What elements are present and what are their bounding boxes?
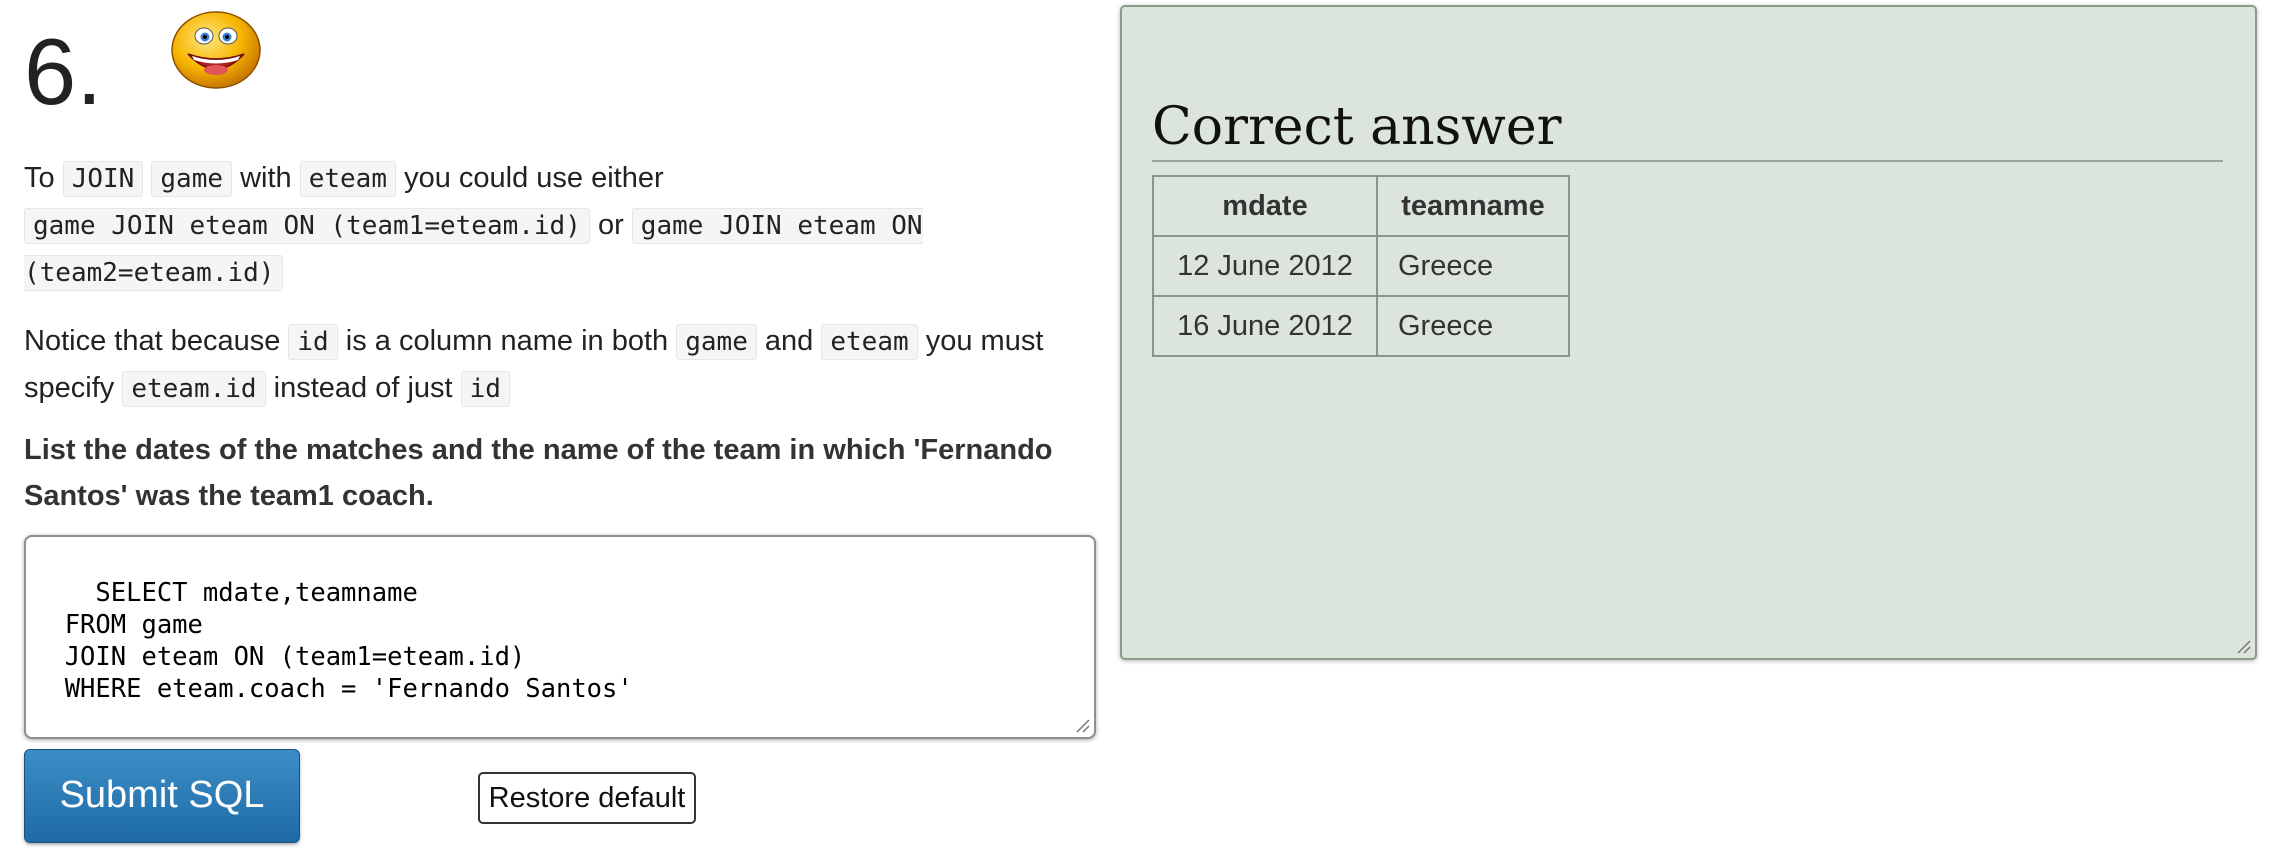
notice-paragraph: Notice that because id is a column name … — [24, 318, 1104, 412]
text-notice: Notice that because — [24, 325, 281, 357]
column-header-mdate: mdate — [1152, 175, 1378, 237]
code-game-2: game — [676, 324, 757, 360]
text-is-column: is a column name in both — [345, 325, 669, 357]
grinning-smiley-icon — [171, 11, 261, 89]
code-id-2: id — [460, 371, 510, 407]
code-eteam-id: eteam.id — [122, 371, 266, 407]
resize-grip-icon[interactable] — [1074, 717, 1090, 733]
cell-teamname: Greece — [1376, 235, 1570, 297]
answer-table: mdate teamname 12 June 2012 Greece 16 Ju… — [1152, 175, 1570, 357]
text-either: you could use either — [404, 162, 664, 194]
sql-editor-text[interactable]: SELECT mdate,teamname FROM game JOIN ete… — [34, 578, 633, 704]
page: 6. To JOIN game with eteam you could use… — [0, 0, 2270, 860]
sql-editor[interactable]: SELECT mdate,teamname FROM game JOIN ete… — [24, 535, 1096, 739]
answer-title: Correct answer — [1152, 97, 1562, 157]
cell-teamname: Greece — [1376, 295, 1570, 357]
question-number: 6. — [24, 19, 103, 124]
answer-divider — [1152, 160, 2223, 162]
text-and: and — [764, 325, 814, 357]
text-to: To — [24, 162, 55, 194]
panel-resize-grip-icon[interactable] — [2235, 638, 2251, 654]
text-or: or — [597, 209, 624, 241]
text-with: with — [240, 162, 292, 194]
code-join-option-1: game JOIN eteam ON (team1=eteam.id) — [24, 208, 590, 244]
code-eteam: eteam — [299, 161, 396, 197]
submit-sql-button[interactable]: Submit SQL — [24, 749, 300, 843]
code-game: game — [151, 161, 233, 197]
restore-default-button[interactable]: Restore default — [478, 772, 696, 824]
code-id: id — [288, 324, 338, 360]
column-header-teamname: teamname — [1376, 175, 1570, 237]
code-join: JOIN — [62, 161, 144, 197]
cell-mdate: 16 June 2012 — [1152, 295, 1378, 357]
text-instead: instead of just — [273, 372, 453, 404]
question-text: List the dates of the matches and the na… — [24, 434, 1053, 512]
table-row: 12 June 2012 Greece — [1152, 235, 1570, 297]
table-row: 16 June 2012 Greece — [1152, 295, 1570, 357]
correct-answer-panel: Correct answer mdate teamname 12 June 20… — [1120, 5, 2257, 660]
cell-mdate: 12 June 2012 — [1152, 235, 1378, 297]
code-eteam-2: eteam — [821, 324, 918, 360]
answer-header-row: mdate teamname — [1152, 175, 1570, 237]
join-explanation: To JOIN game with eteam you could use ei… — [24, 155, 1104, 296]
